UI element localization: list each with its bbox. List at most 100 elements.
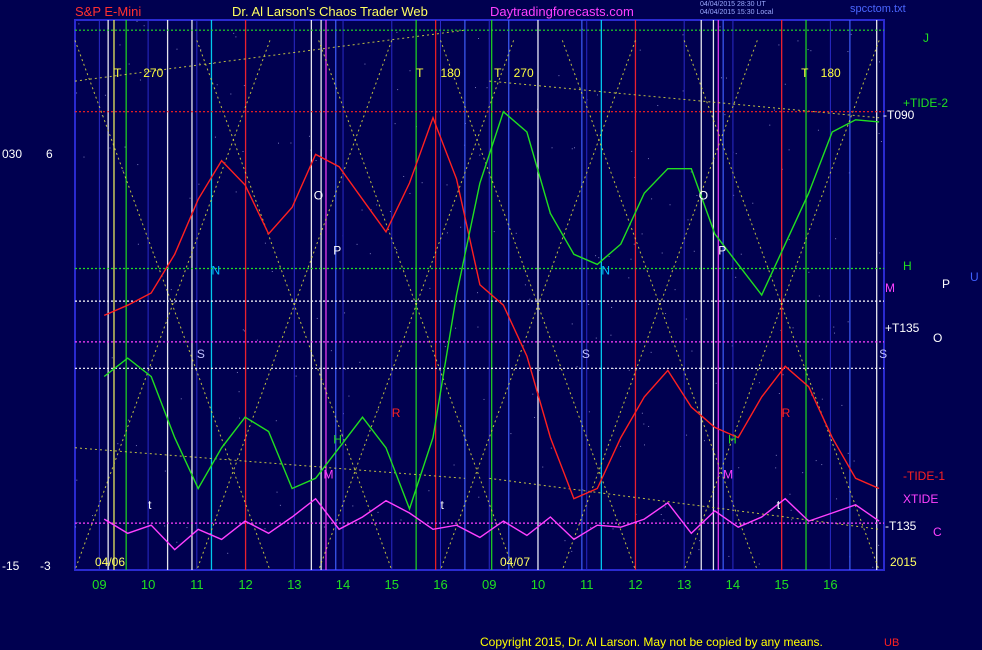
star-dot [308,135,310,137]
star-dot [136,20,138,22]
star-dot [510,433,512,435]
x-tick-label: 12 [628,577,642,592]
star-dot [574,147,576,149]
star-dot [315,160,317,162]
site-link[interactable]: Daytradingforecasts.com [490,4,634,19]
x-tick-label: 13 [677,577,691,592]
star-dot [773,109,775,111]
star-dot [394,123,396,125]
star-dot [290,142,292,144]
star-dot [279,504,281,506]
star-dot [853,460,855,462]
star-dot [111,357,113,359]
label-c: C [933,525,942,539]
star-dot [483,398,485,400]
x-tick-label: 15 [774,577,788,592]
star-dot [720,77,722,79]
star-dot [364,63,366,65]
star-dot [878,133,880,135]
star-dot [724,114,726,116]
star-dot [595,337,597,339]
star-dot [850,33,852,35]
star-dot [216,84,218,86]
star-dot [643,444,645,446]
star-dot [690,171,692,173]
plot-label: H [333,433,342,447]
label-tide-1: -TIDE-1 [903,469,945,483]
star-dot [810,50,812,52]
star-dot [740,253,742,255]
star-dot [647,158,649,160]
plot-label: t [148,498,152,512]
star-dot [564,540,566,542]
star-dot [847,452,849,454]
star-dot [352,505,354,507]
plot-label: t [441,498,445,512]
star-dot [348,395,350,397]
star-dot [199,62,201,64]
star-dot [797,40,799,42]
star-dot [164,525,166,527]
star-dot [235,191,237,193]
star-dot [83,156,85,158]
star-dot [698,549,700,551]
star-dot [792,327,794,329]
star-dot [628,369,630,371]
star-dot [610,334,612,336]
star-dot [576,366,578,368]
star-dot [369,253,371,255]
star-dot [198,183,200,185]
plot-label: P [718,243,726,257]
data-file-name: spcctom.txt [850,3,906,15]
star-dot [109,147,111,149]
timestamp-utc: 04/04/2015 28:30 UT [700,1,766,8]
star-dot [571,323,573,325]
star-dot [612,528,614,530]
star-dot [648,425,650,427]
star-dot [550,447,552,449]
label-t135-plus: +T135 [885,321,920,335]
plot-label: M [723,467,733,481]
star-dot [588,411,590,413]
star-dot [316,317,318,319]
star-dot [802,472,804,474]
star-dot [78,23,80,25]
axis-top-left: 030 [2,147,23,161]
star-dot [276,491,278,493]
star-dot [76,92,78,94]
x-tick-label: 15 [385,577,399,592]
star-dot [613,368,615,370]
star-dot [361,209,363,211]
star-dot [630,258,632,260]
star-dot [174,302,176,304]
star-dot [773,369,775,371]
star-dot [275,420,277,422]
star-dot [479,154,481,156]
star-dot [789,493,791,495]
star-dot [186,527,188,529]
star-dot [542,466,544,468]
star-dot [323,526,325,528]
star-dot [879,252,881,254]
star-dot [778,44,780,46]
star-dot [657,105,659,107]
x-tick-label: 16 [823,577,837,592]
star-dot [460,226,462,228]
star-dot [446,232,448,234]
star-dot [409,70,411,72]
x-tick-label: 12 [238,577,252,592]
corner-mark: UB [884,637,900,649]
x-tick-label: 10 [531,577,545,592]
star-dot [687,219,689,221]
star-dot [242,329,244,331]
star-dot [551,147,553,149]
star-dot [230,93,232,95]
star-dot [650,351,652,353]
star-dot [453,464,455,466]
star-dot [841,404,843,406]
star-dot [242,150,244,152]
star-dot [669,204,671,206]
star-dot [611,306,613,308]
label-t090: -T090 [883,108,915,122]
star-dot [590,527,592,529]
